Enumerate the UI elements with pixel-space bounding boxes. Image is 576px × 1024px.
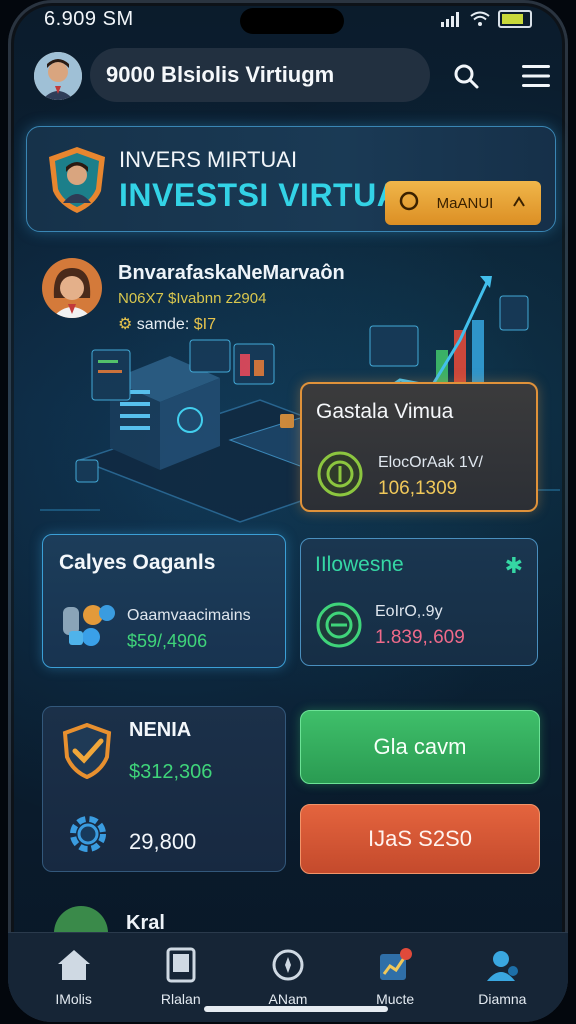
summary-card[interactable]: NENIA $312,306 29,800	[42, 706, 286, 872]
target-icon	[315, 601, 363, 654]
chevron-icon	[511, 193, 527, 213]
status-time: 6.909 SM	[44, 8, 134, 30]
profile-balance: ⚙ samde: $I7	[118, 314, 216, 334]
compass-icon	[268, 945, 308, 985]
card-title: Gastala Vimua	[316, 400, 454, 423]
coins-icon	[61, 601, 117, 656]
investments-card[interactable]: IIlowesne ✱ EoIrO,.9y 1.839,.609	[300, 538, 538, 666]
camera-notch	[240, 8, 344, 34]
shield-check-icon	[61, 722, 113, 784]
nav-label: IMolis	[55, 991, 92, 1007]
search-text: 9000 Blsiolis Virtiugm	[106, 62, 335, 87]
menu-icon[interactable]	[518, 58, 554, 94]
red-action-button[interactable]: IJaS S2S0	[300, 804, 540, 874]
profile-subtitle: N06X7 $Ivabnn z2904	[118, 290, 267, 307]
balance-amount: $I7	[193, 316, 216, 333]
nav-item-home[interactable]: IMolis	[26, 933, 122, 1022]
nav-label: ANam	[268, 991, 308, 1007]
card-value: 1.839,.609	[375, 627, 465, 648]
card-title: Calyes Oaganls	[59, 551, 216, 574]
card-title: IIlowesne	[315, 553, 404, 576]
battery-icon	[498, 10, 532, 28]
tablet-icon	[161, 945, 201, 985]
card-label: Oaamvaacimains	[127, 607, 251, 624]
chart-badge-icon	[375, 945, 415, 985]
plus-circle-icon	[316, 450, 364, 503]
card-value-primary: $312,306	[129, 761, 213, 783]
virtual-card-orange[interactable]: Gastala Vimua ElocOrAak 1V/ 106,1309	[300, 382, 538, 512]
investment-banner: INVERS MIRTUAI INVESTSI VIRTUAL MaANUI	[26, 126, 556, 232]
gains-card[interactable]: Calyes Oaganls Oaamvaacimains $59/,4906	[42, 534, 286, 668]
home-indicator[interactable]	[204, 1006, 388, 1012]
manage-label: MaANUI	[436, 194, 494, 212]
status-bar: 6.909 SM	[8, 6, 568, 34]
banner-subtitle: INVERS MIRTUAI	[119, 147, 298, 172]
search-bar[interactable]: 9000 Blsiolis Virtiugm	[90, 48, 430, 102]
gear-icon: ⚙	[118, 316, 133, 333]
banner-title: INVESTSI VIRTUAL	[119, 177, 421, 213]
status-icons	[440, 10, 532, 28]
green-action-button[interactable]: Gla cavm	[300, 710, 540, 784]
nav-item-person[interactable]: Diamna	[454, 933, 550, 1022]
coin-icon	[399, 191, 419, 215]
wifi-icon	[470, 11, 490, 26]
balance-label: samde:	[136, 316, 190, 333]
card-title: NENIA	[129, 719, 192, 741]
nav-label: Mucte	[376, 991, 415, 1007]
shield-avatar-icon	[45, 145, 109, 215]
gear-icon	[63, 809, 113, 864]
sparkle-icon: ✱	[504, 553, 523, 578]
home-icon	[54, 945, 94, 985]
person-icon	[482, 945, 522, 985]
nav-label: Rlalan	[160, 991, 201, 1007]
manage-button[interactable]: MaANUI	[385, 181, 541, 225]
profile-avatar[interactable]	[42, 258, 102, 318]
card-label: EoIrO,.9y	[375, 603, 443, 620]
search-icon[interactable]	[448, 58, 484, 94]
nav-label: Diamna	[478, 991, 527, 1007]
phone-screen: 6.909 SM 9000 Blsiolis Virtiugm INVERS M…	[8, 0, 568, 1022]
card-value: 106,1309	[378, 478, 458, 499]
profile-name: BnvarafaskaNeMarvaôn	[118, 262, 345, 284]
user-avatar[interactable]	[34, 52, 82, 100]
card-value-secondary: 29,800	[129, 829, 197, 854]
signal-icon	[441, 12, 459, 27]
card-label: ElocOrAak 1V/	[378, 454, 483, 471]
card-value: $59/,4906	[127, 631, 208, 651]
